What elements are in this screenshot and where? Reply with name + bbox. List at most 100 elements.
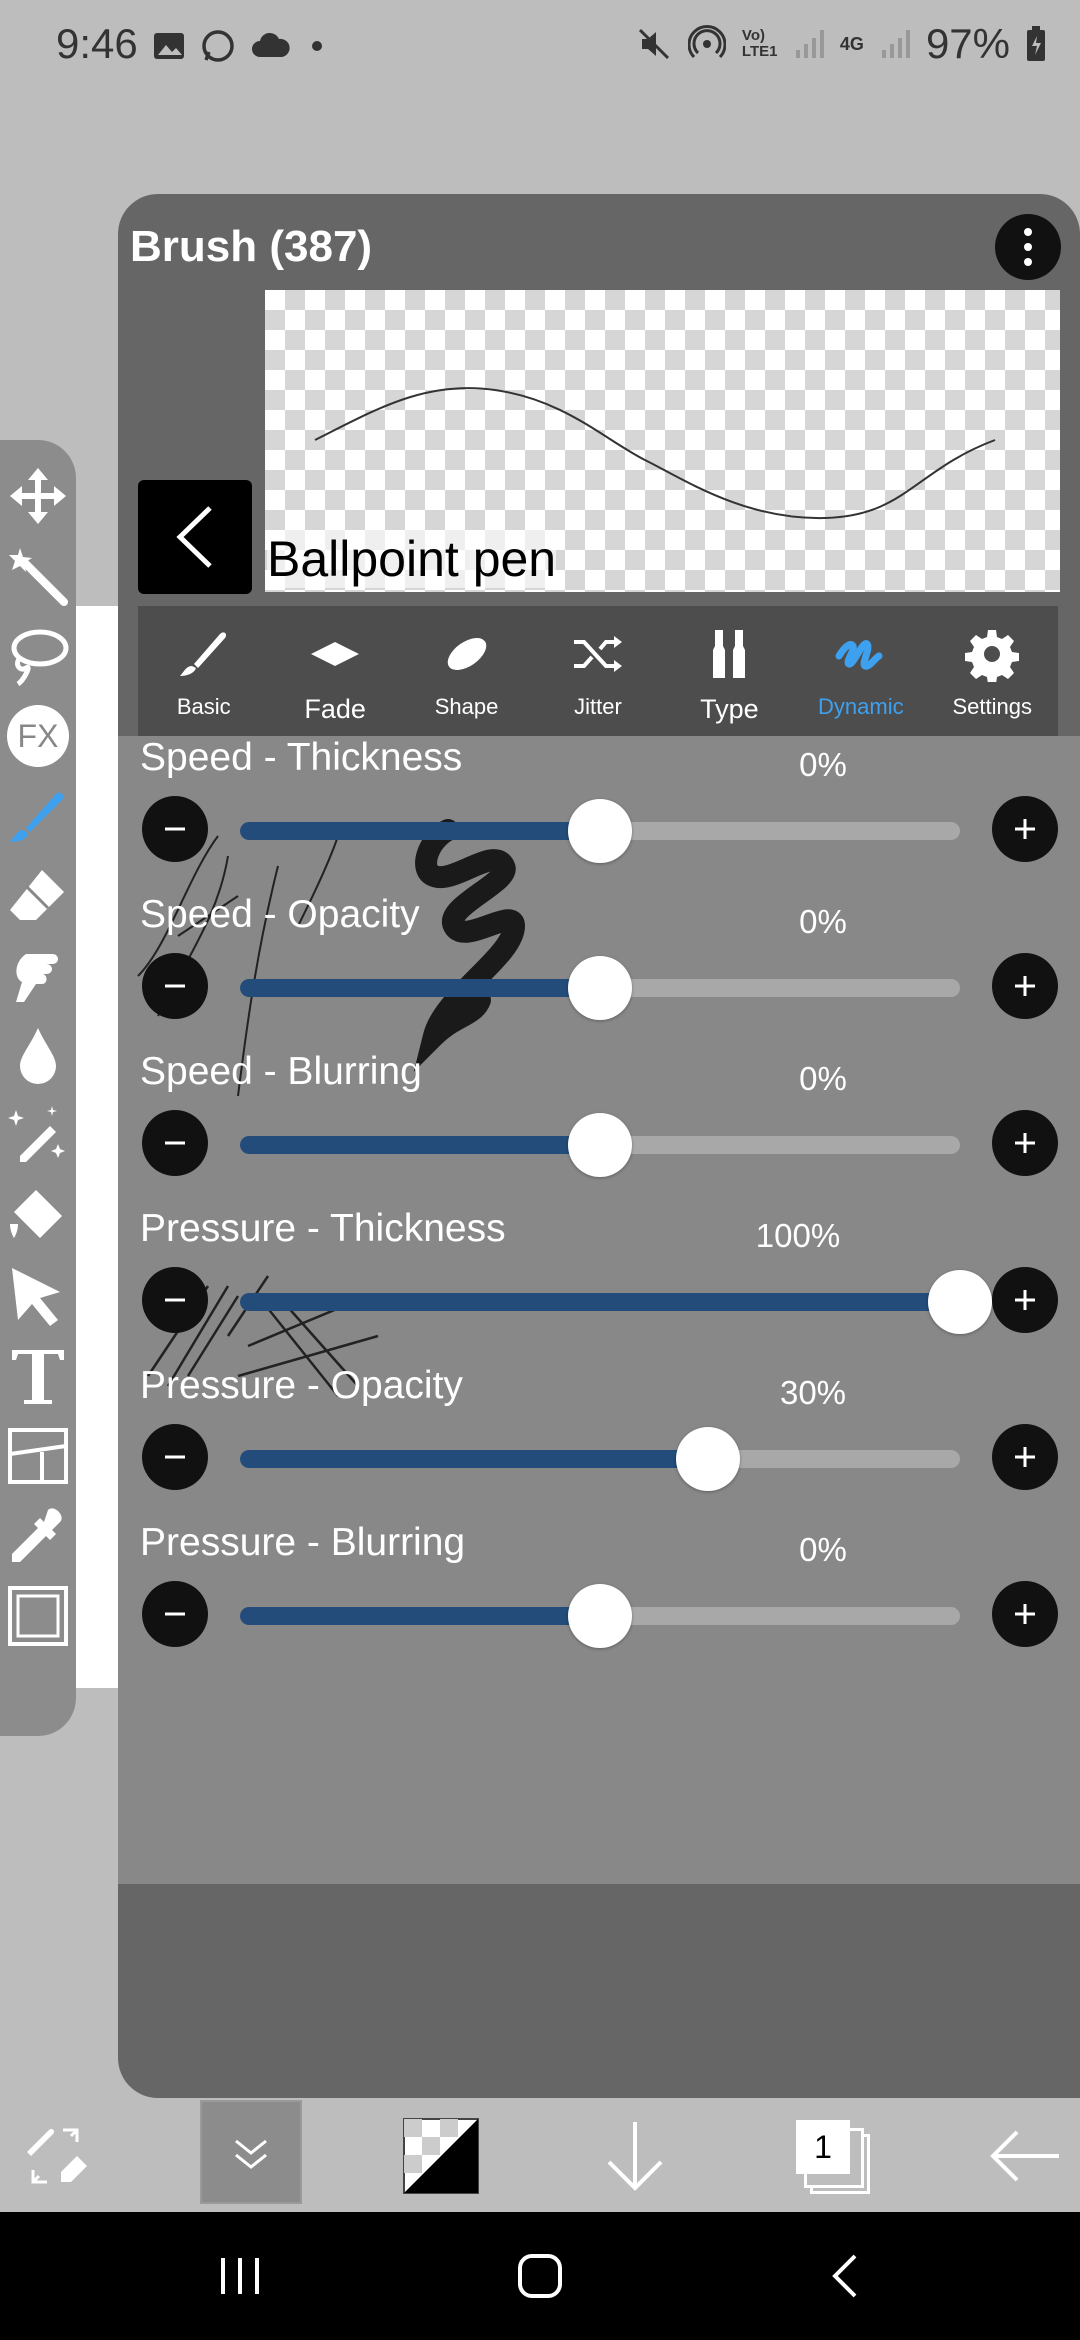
decrease-button[interactable]: [142, 1424, 208, 1490]
decrease-button[interactable]: [142, 1110, 208, 1176]
canvas-icon[interactable]: [6, 1584, 70, 1648]
brush-tabs: Basic Fade Shape Jitter Type Dynamic Set…: [138, 606, 1058, 736]
eyedropper-icon[interactable]: [6, 1504, 70, 1568]
frame-divider-icon[interactable]: [6, 1424, 70, 1488]
increase-button[interactable]: [992, 796, 1058, 862]
back-arrow-button[interactable]: [980, 2100, 1070, 2212]
slider-track[interactable]: [240, 956, 960, 1020]
decrease-button[interactable]: [142, 953, 208, 1019]
slider-label: Speed - Thickness: [140, 736, 463, 779]
chevron-left-icon: [176, 506, 212, 568]
more-vertical-icon: [1024, 228, 1032, 266]
dot-icon: [312, 41, 322, 51]
home-icon: [518, 2254, 562, 2298]
increase-button[interactable]: [992, 1267, 1058, 1333]
collapse-icon: [235, 2139, 267, 2169]
battery-icon: [1027, 26, 1045, 61]
hotspot-icon: [687, 25, 726, 59]
decrease-button[interactable]: [142, 796, 208, 862]
signal-icon: [881, 30, 910, 58]
signal-icon: [795, 30, 824, 58]
tab-label: Dynamic: [818, 694, 904, 719]
panel-title: Brush (387): [130, 222, 373, 271]
slider-speed-blurring: Speed - Blurring 0%: [118, 1050, 1080, 1207]
slider-track[interactable]: [240, 1270, 992, 1334]
tab-label: Basic: [176, 694, 231, 719]
slider-pressure-opacity: Pressure - Opacity 30%: [118, 1364, 1080, 1521]
increase-button[interactable]: [992, 1110, 1058, 1176]
slider-thumb[interactable]: [676, 1427, 740, 1491]
slider-value: 0%: [799, 903, 847, 940]
brush-name: Ballpoint pen: [267, 530, 557, 588]
smudge-icon[interactable]: [6, 944, 70, 1008]
slider-label: Pressure - Blurring: [140, 1521, 466, 1564]
slider-track[interactable]: [240, 799, 960, 863]
slider-value: 0%: [799, 1531, 847, 1568]
fx-icon[interactable]: FX: [6, 704, 70, 768]
slider-label: Pressure - Opacity: [140, 1364, 463, 1407]
collapse-button[interactable]: [200, 2100, 302, 2204]
minus-icon: [165, 1612, 185, 1616]
layers-icon: 1: [796, 2120, 870, 2194]
text-icon[interactable]: [6, 1344, 70, 1408]
sparkle-brush-icon[interactable]: [6, 1104, 70, 1168]
slider-label: Pressure - Thickness: [140, 1207, 506, 1250]
tab-settings[interactable]: Settings: [927, 606, 1058, 736]
layer-count: 1: [796, 2120, 850, 2174]
slider-thumb[interactable]: [568, 956, 632, 1020]
back-button[interactable]: [138, 480, 252, 594]
tab-label: Shape: [434, 694, 499, 719]
plus-icon: [1015, 1133, 1035, 1153]
download-button[interactable]: [590, 2100, 680, 2212]
back-arrow-icon: [990, 2130, 1059, 2182]
minus-icon: [165, 827, 185, 831]
slider-track[interactable]: [240, 1113, 960, 1177]
back-nav-button[interactable]: [785, 2212, 905, 2340]
magic-wand-icon[interactable]: [6, 544, 70, 608]
brush-icon[interactable]: [6, 784, 70, 848]
increase-button[interactable]: [992, 1424, 1058, 1490]
recents-button[interactable]: [180, 2212, 300, 2340]
move-icon[interactable]: [6, 464, 70, 528]
slider-thumb[interactable]: [568, 1584, 632, 1648]
slider-thumb[interactable]: [928, 1270, 992, 1334]
tab-type[interactable]: Type: [664, 606, 795, 736]
dynamic-stroke-icon: [835, 640, 883, 670]
increase-button[interactable]: [992, 1581, 1058, 1647]
slider-thumb[interactable]: [568, 1113, 632, 1177]
fill-icon[interactable]: [6, 1184, 70, 1248]
lasso-icon[interactable]: [6, 624, 70, 688]
select-arrow-icon[interactable]: [6, 1264, 70, 1328]
decrease-button[interactable]: [142, 1581, 208, 1647]
tab-jitter[interactable]: Jitter: [532, 606, 663, 736]
decrease-button[interactable]: [142, 1267, 208, 1333]
tab-fade[interactable]: Fade: [269, 606, 400, 736]
shuffle-icon: [573, 636, 622, 672]
bottom-toolbar: 1: [0, 2100, 1080, 2212]
clock: 9:46: [56, 20, 138, 67]
slider-thumb[interactable]: [568, 799, 632, 863]
home-button[interactable]: [480, 2212, 600, 2340]
eraser-icon[interactable]: [6, 864, 70, 928]
tab-basic[interactable]: Basic: [138, 606, 269, 736]
swap-brush-eraser-button[interactable]: [0, 2100, 110, 2212]
increase-button[interactable]: [992, 953, 1058, 1019]
cloud-icon: [252, 32, 290, 57]
mute-icon: [638, 28, 669, 60]
color-swatch-icon: [403, 2118, 479, 2194]
tab-label: Type: [700, 694, 759, 724]
download-icon: [607, 2122, 663, 2191]
plus-icon: [1015, 1290, 1035, 1310]
network-label: Vo) LTE1: [741, 27, 778, 60]
more-options-button[interactable]: [995, 214, 1061, 280]
color-swatch-button[interactable]: [396, 2100, 486, 2212]
whatsapp-icon: [202, 30, 234, 62]
tab-dynamic[interactable]: Dynamic: [795, 606, 926, 736]
slider-track[interactable]: [240, 1584, 960, 1648]
slider-track[interactable]: [240, 1427, 960, 1491]
slider-value: 30%: [779, 1374, 847, 1411]
fx-label: FX: [7, 705, 69, 767]
tab-shape[interactable]: Shape: [401, 606, 532, 736]
layers-button[interactable]: 1: [784, 2100, 880, 2212]
blur-drop-icon[interactable]: [6, 1024, 70, 1088]
